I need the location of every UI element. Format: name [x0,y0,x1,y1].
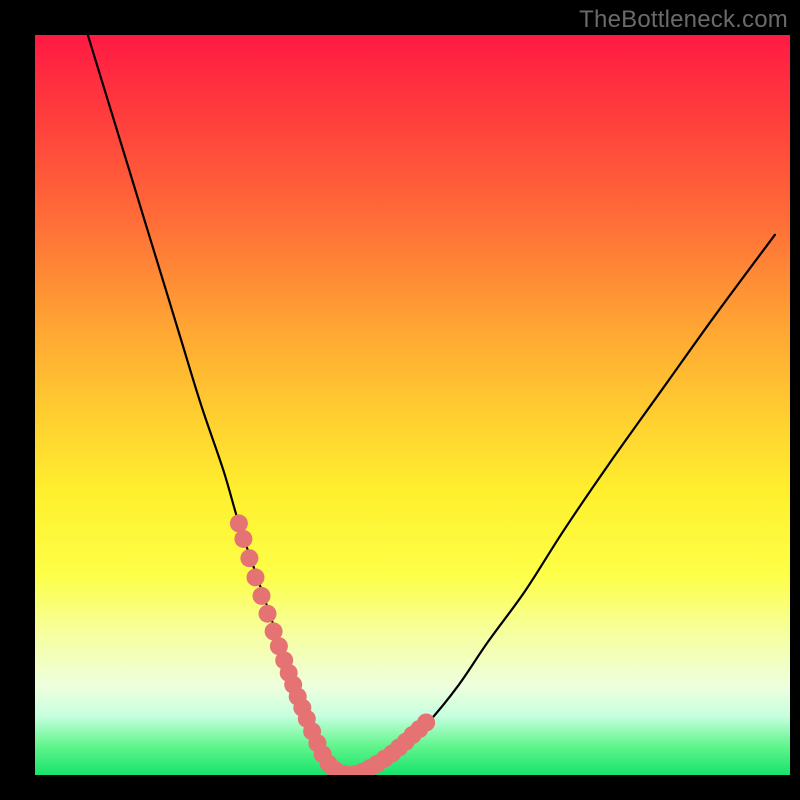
curve-svg [35,35,790,775]
highlight-dot [417,714,435,732]
bottleneck-curve [88,35,775,775]
highlight-dot [230,514,248,532]
highlight-dot [247,568,265,586]
chart-frame: TheBottleneck.com [0,0,800,800]
highlight-dot [234,530,252,548]
watermark-text: TheBottleneck.com [579,6,788,34]
highlight-dots [230,514,435,775]
plot-area [35,35,790,775]
highlight-dot [253,587,271,605]
highlight-dot [259,605,277,623]
highlight-dot [240,549,258,567]
